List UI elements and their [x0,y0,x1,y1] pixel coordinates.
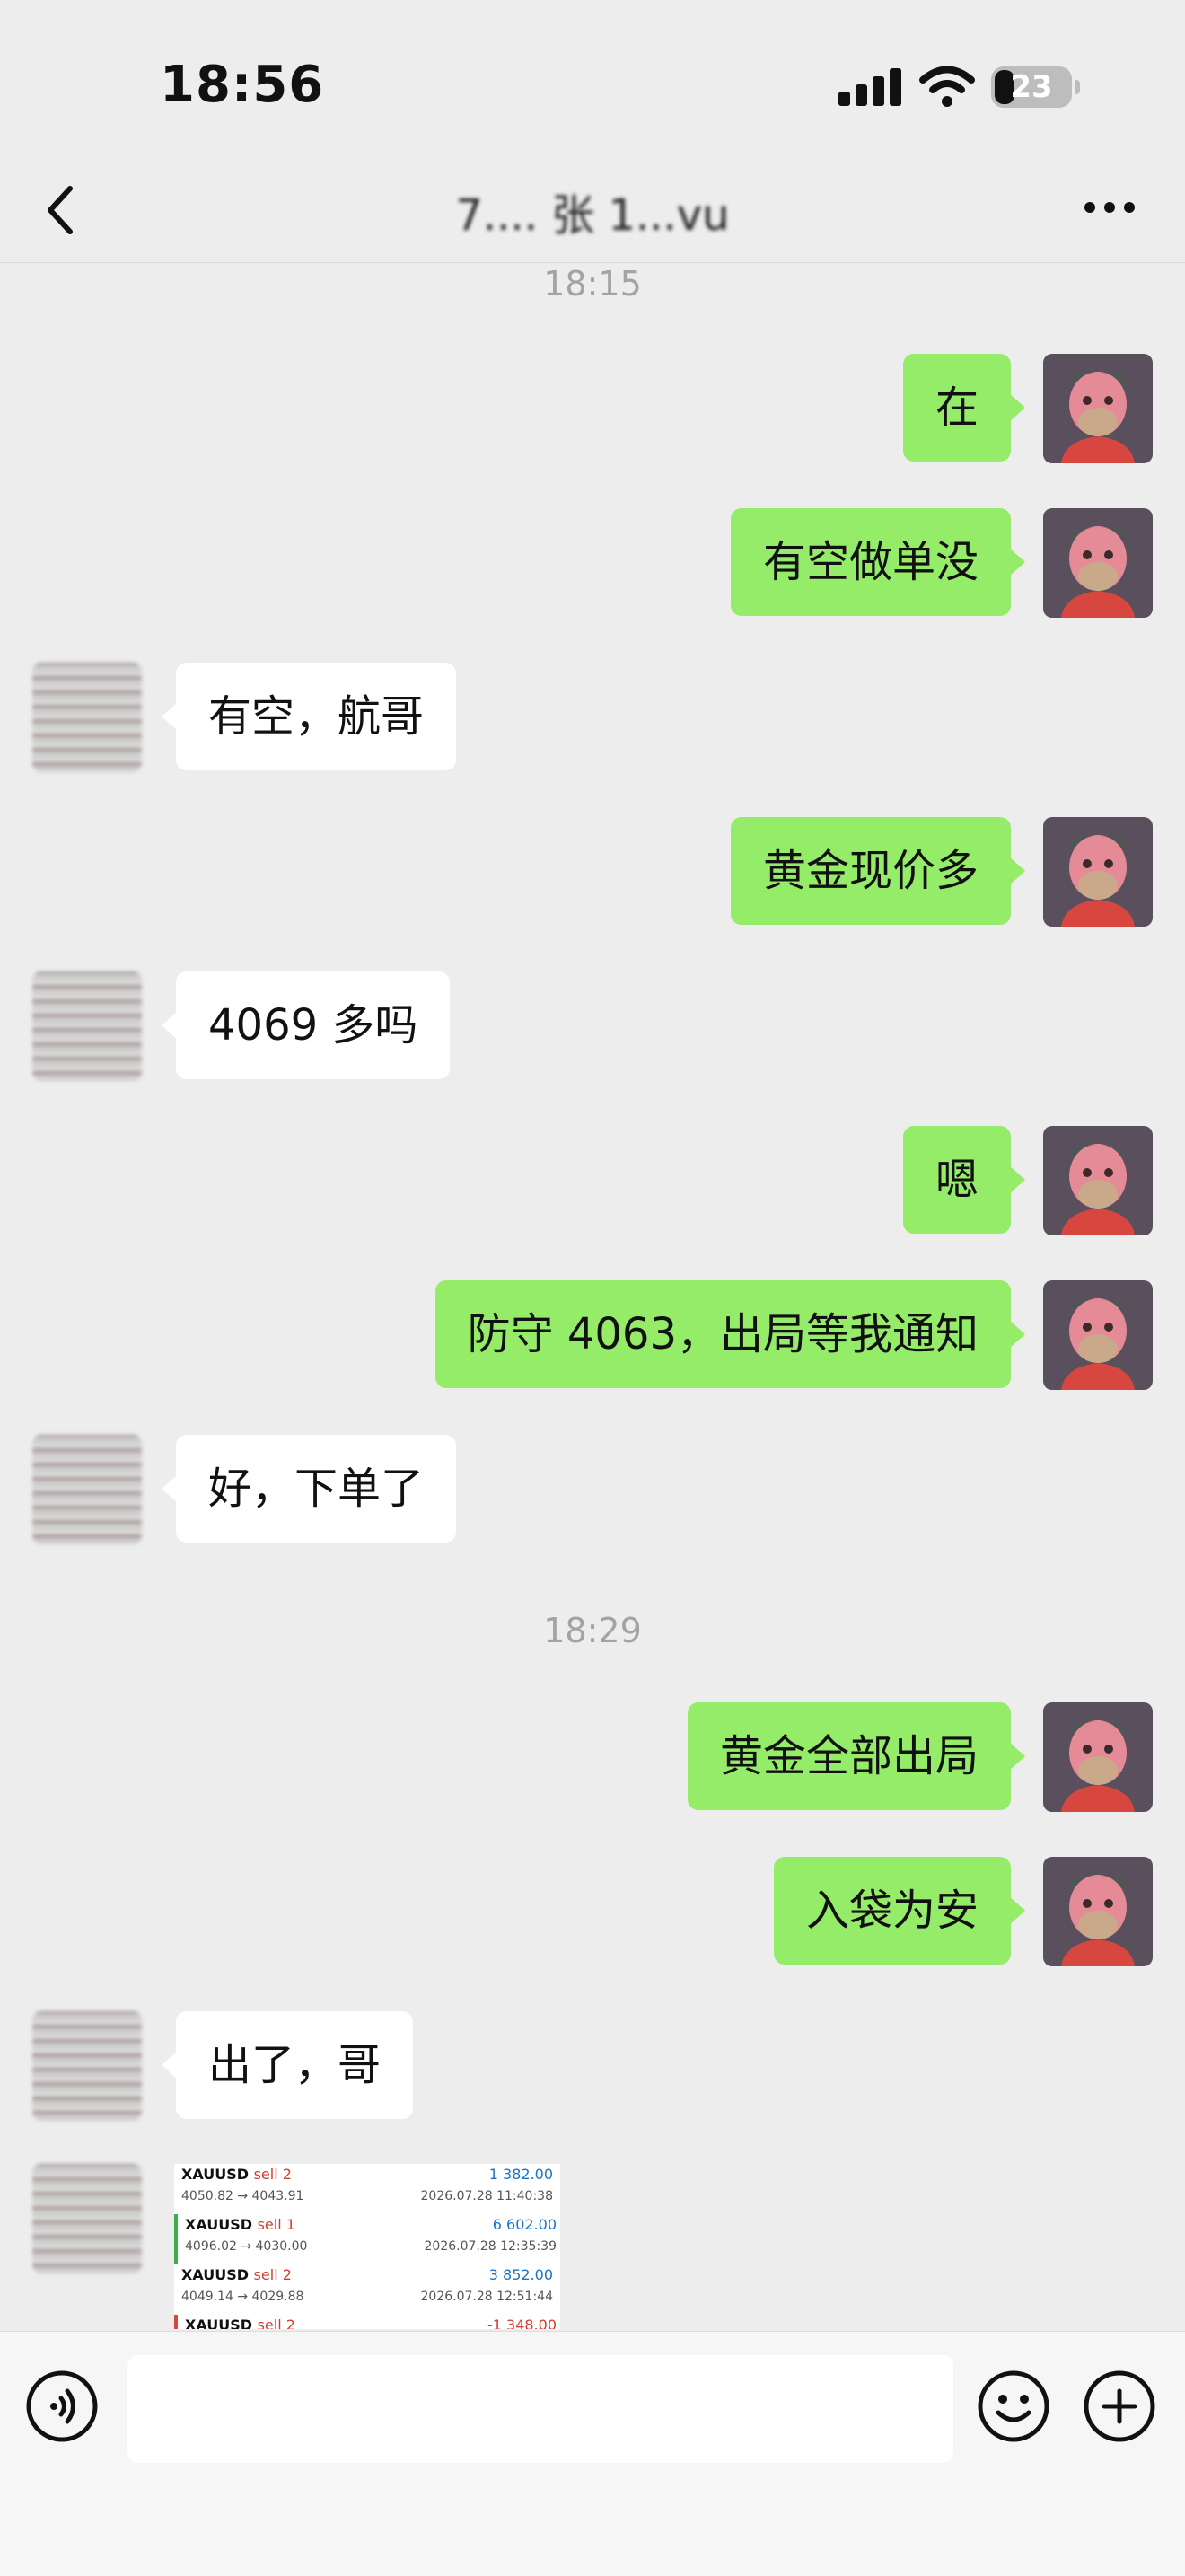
trade-symbol: XAUUSD [185,2317,253,2329]
trade-time: 2026.07.28 11:40:38 [420,2189,554,2203]
status-bar: 18:56 23 [0,0,1185,162]
contact-avatar[interactable] [32,663,142,772]
image-message[interactable]: XAUUSD sell 2 1 382.00 4050.82 → 4043.91… [174,2164,560,2329]
trade-prices: 4049.14 → 4029.88 [181,2290,304,2304]
chat-header: 7.... 张 1...vu [0,162,1185,263]
plus-icon[interactable] [1083,2369,1156,2443]
message-bubble-other[interactable]: 4069 多吗 [161,971,451,1079]
message-input[interactable] [127,2355,953,2463]
trade-side: sell 2 [253,2166,292,2183]
message-bubble-self[interactable]: 黄金全部出局 [687,1702,1026,1810]
message-bubble-self[interactable]: 防守 4063，出局等我通知 [434,1280,1026,1388]
smile-icon[interactable] [977,2369,1050,2443]
message-bubble-self[interactable]: 嗯 [902,1126,1026,1234]
self-avatar[interactable] [1043,508,1153,618]
chevron-left-icon[interactable] [34,171,88,242]
message-bubble-other[interactable]: 有空，航哥 [161,663,457,770]
contact-avatar[interactable] [32,2011,142,2121]
self-avatar[interactable] [1043,1702,1153,1812]
trade-row: XAUUSD sell 2 3 852.00 4049.14 → 4029.88… [174,2264,560,2315]
voice-icon[interactable] [25,2369,99,2443]
trade-side: sell 1 [257,2216,295,2233]
message-timestamp: 18:15 [543,264,642,303]
trade-row: XAUUSD sell 2 1 382.00 4050.82 → 4043.91… [174,2164,560,2214]
contact-avatar[interactable] [32,971,142,1081]
trade-symbol: XAUUSD [181,2166,250,2183]
message-bubble-self[interactable]: 黄金现价多 [730,817,1026,925]
trade-profit: -1 348.00 [487,2317,557,2329]
trade-profit: 1 382.00 [488,2166,553,2183]
status-time: 18:56 [160,56,325,114]
trade-prices: 4096.02 → 4030.00 [185,2239,308,2254]
trade-prices: 4050.82 → 4043.91 [181,2189,304,2203]
ellipsis-icon[interactable] [1077,185,1142,230]
message-bubble-other[interactable]: 出了，哥 [161,2011,414,2119]
self-avatar[interactable] [1043,817,1153,927]
trade-row: XAUUSD sell 2 -1 348.00 [174,2315,560,2329]
self-avatar[interactable] [1043,1126,1153,1235]
trade-time: 2026.07.28 12:35:39 [424,2239,557,2254]
battery-icon: 23 [991,66,1080,108]
battery-level: 23 [1010,69,1053,105]
trade-profit: 3 852.00 [488,2266,553,2283]
message-bubble-self[interactable]: 在 [902,354,1026,462]
trade-symbol: XAUUSD [181,2266,250,2283]
wifi-icon [919,66,975,107]
self-avatar[interactable] [1043,354,1153,463]
message-bubble-other[interactable]: 好，下单了 [161,1435,457,1543]
contact-avatar[interactable] [32,2164,142,2273]
message-bubble-self[interactable]: 入袋为安 [773,1857,1026,1965]
contact-avatar[interactable] [32,1435,142,1544]
chat-title: 7.... 张 1...vu [455,190,730,241]
trade-profit: 6 602.00 [492,2216,557,2233]
trade-side: sell 2 [253,2266,292,2283]
message-bubble-self[interactable]: 有空做单没 [730,508,1026,616]
message-timestamp: 18:29 [543,1611,642,1650]
trade-row: XAUUSD sell 1 6 602.00 4096.02 → 4030.00… [174,2214,560,2264]
self-avatar[interactable] [1043,1280,1153,1390]
signal-icon [838,66,901,106]
trade-time: 2026.07.28 12:51:44 [420,2290,554,2304]
self-avatar[interactable] [1043,1857,1153,1966]
trade-side: sell 2 [257,2317,295,2329]
chat-input-bar [0,2331,1185,2576]
trade-symbol: XAUUSD [185,2216,253,2233]
